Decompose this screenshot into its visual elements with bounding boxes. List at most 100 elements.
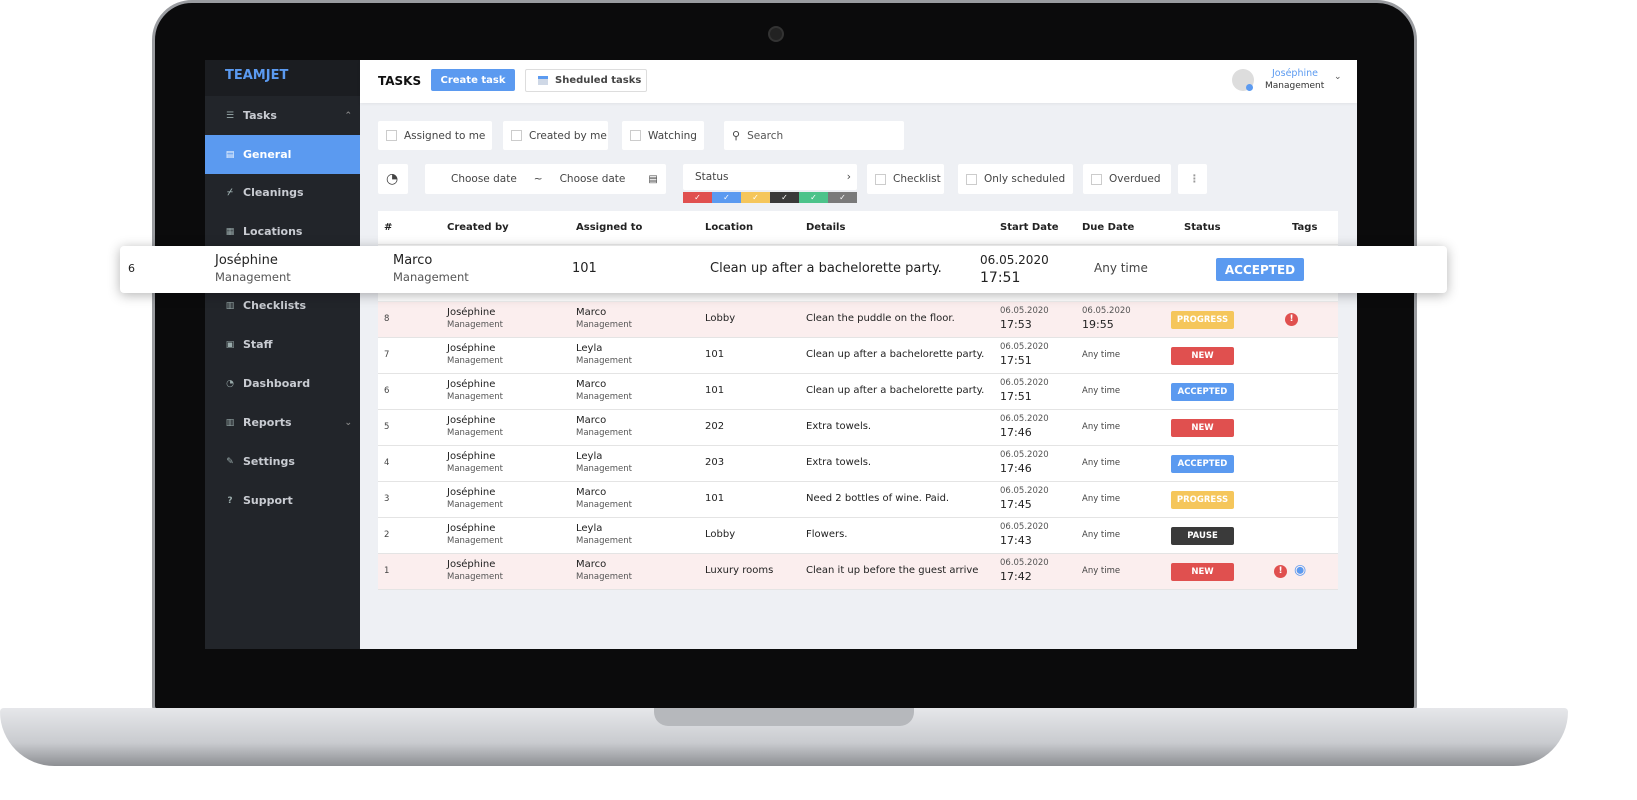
sidebar-item-label: Tasks xyxy=(243,109,277,122)
scheduled-tasks-button[interactable]: Sheduled tasks xyxy=(525,69,647,92)
start-date: 06.05.2020 17:43 xyxy=(1000,522,1049,547)
column-header[interactable]: Location xyxy=(705,222,753,233)
chevron-down-icon[interactable]: ⌄ xyxy=(1334,72,1342,82)
calendar-icon: ▤ xyxy=(648,173,658,185)
created-by-me-filter[interactable]: Created by me xyxy=(503,121,608,150)
created-by: Joséphine Management xyxy=(447,343,503,366)
table-row[interactable]: 8 Joséphine Management Marco Management Lo… xyxy=(378,302,1338,338)
date-to[interactable]: Choose date xyxy=(560,173,626,185)
filter-label: Only scheduled xyxy=(984,173,1066,185)
due-date: Any time xyxy=(1082,350,1121,360)
sidebar-item-support[interactable]: ? Support xyxy=(205,481,360,520)
table-row[interactable]: 5 Joséphine Management Marco Management 20… xyxy=(378,410,1338,446)
pie-icon: ◔ xyxy=(226,378,234,389)
checkbox[interactable] xyxy=(966,173,977,185)
create-task-button[interactable]: Create task xyxy=(431,69,515,91)
checklist-filter[interactable]: Checklist xyxy=(867,164,944,194)
date-range-picker[interactable]: Choose date ~ Choose date ▤ xyxy=(425,164,666,194)
filter-label: Overdued xyxy=(1109,173,1161,185)
user-name[interactable]: Joséphine xyxy=(1272,68,1318,79)
column-header[interactable]: Start Date xyxy=(1000,222,1059,233)
sidebar-item-staff[interactable]: ▣ Staff xyxy=(205,325,360,364)
watching-filter[interactable]: Watching xyxy=(622,121,704,150)
sidebar: TEAMJET ☰ Tasks ⌃ ▤ General ⌿ Cleanings ▦ Locati… xyxy=(205,60,360,649)
sidebar-item-label: General xyxy=(243,148,292,161)
start-date: 06.05.2020 17:42 xyxy=(1000,558,1049,583)
checkbox[interactable] xyxy=(386,130,397,141)
table-row[interactable]: 1 Joséphine Management Marco Management Lu… xyxy=(378,554,1338,590)
assigned-to: Marco Management xyxy=(393,253,469,284)
column-header[interactable]: Status xyxy=(1184,222,1221,233)
eye-icon[interactable]: ◉ xyxy=(1294,562,1306,578)
created-by: Joséphine Management xyxy=(447,487,503,510)
column-header[interactable]: Tags xyxy=(1292,222,1317,233)
status-swatch[interactable]: ✓ xyxy=(741,192,770,203)
person-icon: ▣ xyxy=(225,339,235,350)
task-id: 6 xyxy=(384,386,390,396)
table-header: # Created by Assigned to Location Details Sta… xyxy=(378,211,1338,245)
app-screen: TEAMJET ☰ Tasks ⌃ ▤ General ⌿ Cleanings ▦ Locati… xyxy=(205,60,1357,649)
checkbox[interactable] xyxy=(511,130,522,141)
pie-chart-icon[interactable]: ◔ xyxy=(378,164,408,194)
date-from[interactable]: Choose date xyxy=(451,173,517,185)
created-by: Joséphine Management xyxy=(447,307,503,330)
details: Extra towels. xyxy=(806,457,872,468)
chevron-right-icon: › xyxy=(846,171,851,183)
details: Flowers. xyxy=(806,529,848,540)
table-row[interactable]: 2 Joséphine Management Leyla Management Lo… xyxy=(378,518,1338,554)
location: 101 xyxy=(705,493,725,504)
sidebar-item-reports[interactable]: ▥ Reports ⌄ xyxy=(205,403,360,442)
sidebar-item-label: Locations xyxy=(243,225,303,238)
column-header[interactable]: Assigned to xyxy=(576,222,642,233)
status-badge: PAUSE xyxy=(1171,527,1234,545)
more-options-icon[interactable]: ⋮ xyxy=(1178,164,1207,194)
sidebar-item-general[interactable]: ▤ General xyxy=(205,135,360,174)
status-swatch[interactable]: ✓ xyxy=(828,192,857,203)
status-swatch[interactable]: ✓ xyxy=(799,192,828,203)
status-badge: ACCEPTED xyxy=(1171,455,1234,473)
only-scheduled-filter[interactable]: Only scheduled xyxy=(958,164,1073,194)
search-input[interactable]: ⚲ Search xyxy=(724,121,904,150)
alert-icon[interactable]: ! xyxy=(1274,565,1287,578)
location: 101 xyxy=(705,349,725,360)
status-badge: ACCEPTED xyxy=(1171,383,1234,401)
status-swatch[interactable]: ✓ xyxy=(712,192,741,203)
table-row[interactable]: 3 Joséphine Management Marco Management 10… xyxy=(378,482,1338,518)
sidebar-item-tasks[interactable]: ☰ Tasks ⌃ xyxy=(205,96,360,135)
due-date: Any time xyxy=(1082,494,1121,504)
column-header[interactable]: Details xyxy=(806,222,845,233)
checkbox[interactable] xyxy=(875,173,886,185)
sidebar-item-label: Settings xyxy=(243,455,295,468)
column-header[interactable]: Created by xyxy=(447,222,509,233)
alert-icon[interactable]: ! xyxy=(1285,313,1298,326)
assigned-to-me-filter[interactable]: Assigned to me xyxy=(378,121,492,150)
grid-icon: ▦ xyxy=(225,226,235,237)
checkbox[interactable] xyxy=(1091,173,1102,185)
sidebar-item-label: Reports xyxy=(243,416,292,429)
sidebar-item-cleanings[interactable]: ⌿ Cleanings xyxy=(205,173,360,212)
table-row[interactable]: 6 Joséphine Management Marco Management 10… xyxy=(378,374,1338,410)
start-date: 06.05.2020 17:51 xyxy=(1000,342,1049,367)
bar-chart-icon: ▥ xyxy=(225,417,235,428)
checkbox[interactable] xyxy=(630,130,641,141)
table-row[interactable]: 7 Joséphine Management Leyla Management 10… xyxy=(378,338,1338,374)
task-id: 1 xyxy=(384,566,390,576)
date-separator: ~ xyxy=(533,173,543,185)
sidebar-item-label: Support xyxy=(243,494,293,507)
status-filter[interactable]: Status › xyxy=(683,164,857,190)
sidebar-item-label: Checklists xyxy=(243,299,307,312)
highlighted-task-row[interactable]: 6 Joséphine Management Marco Management 10… xyxy=(120,246,1447,293)
overdued-filter[interactable]: Overdued xyxy=(1083,164,1171,194)
column-header[interactable]: # xyxy=(384,222,392,233)
sidebar-item-dashboard[interactable]: ◔ Dashboard xyxy=(205,364,360,403)
column-header[interactable]: Due Date xyxy=(1082,222,1134,233)
status-swatch[interactable]: ✓ xyxy=(683,192,712,203)
table-row[interactable]: 4 Joséphine Management Leyla Management 20… xyxy=(378,446,1338,482)
status-swatch[interactable]: ✓ xyxy=(770,192,799,203)
due-date: Any time xyxy=(1082,386,1121,396)
details: Need 2 bottles of wine. Paid. xyxy=(806,493,950,504)
sidebar-item-settings[interactable]: ✎ Settings xyxy=(205,442,360,481)
created-by: Joséphine Management xyxy=(447,523,503,546)
assigned-to: Marco Management xyxy=(576,487,632,510)
start-date: 06.05.2020 17:46 xyxy=(1000,450,1049,475)
